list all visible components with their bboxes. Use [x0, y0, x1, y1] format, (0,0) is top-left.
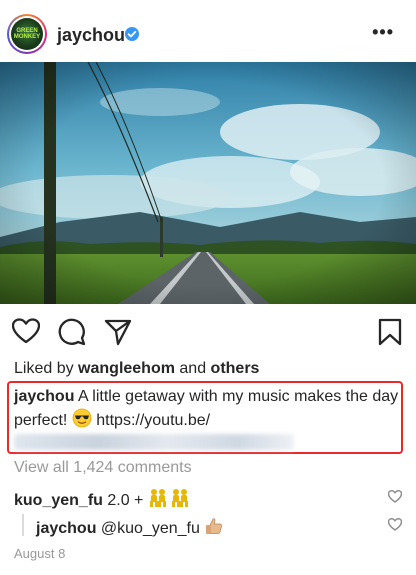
comment-text: 2.0 + [102, 492, 148, 509]
sunglasses-emoji [72, 408, 92, 435]
reply-indent-bar [22, 514, 24, 536]
post-username[interactable]: jaychou [57, 25, 125, 46]
comment-reply-item: jaychou @kuo_yen_fu [36, 516, 224, 541]
avatar-image: GREEN MONKEY [11, 18, 43, 50]
likes-others-link[interactable]: others [211, 360, 260, 377]
liker-username[interactable]: wangleehom [78, 360, 175, 377]
view-all-comments-link[interactable]: View all 1,424 comments [14, 459, 192, 477]
likes-summary: Liked by wangleehom and others [14, 360, 260, 377]
bookmark-icon[interactable] [378, 318, 402, 351]
comment-text: @kuo_yen_fu [96, 520, 205, 537]
post-actions [0, 304, 416, 354]
comment-like-heart-icon[interactable] [387, 490, 403, 508]
post-caption: jaychou A little getaway with my music m… [14, 386, 399, 435]
comment-item: kuo_yen_fu 2.0 + [14, 488, 188, 513]
post-photo[interactable] [0, 62, 416, 304]
dancers-emoji [148, 488, 188, 513]
reply-like-heart-icon[interactable] [387, 518, 403, 536]
comment-username[interactable]: kuo_yen_fu [14, 492, 103, 509]
post-date: August 8 [14, 546, 66, 561]
caption-username[interactable]: jaychou [14, 388, 74, 405]
comment-username[interactable]: jaychou [36, 520, 96, 537]
heart-icon[interactable] [11, 318, 41, 349]
verified-badge-icon [125, 27, 139, 41]
post-header: GREEN MONKEY jaychou ••• [0, 0, 416, 62]
share-icon[interactable] [104, 318, 132, 351]
comment-icon[interactable] [58, 318, 86, 351]
avatar[interactable]: GREEN MONKEY [7, 14, 47, 54]
blurred-link-text [14, 434, 294, 450]
caption-link[interactable]: https://youtu.be/ [92, 412, 210, 429]
more-options-button[interactable]: ••• [372, 22, 394, 43]
thumbs-up-emoji [204, 516, 224, 541]
avatar-logo-text: GREEN MONKEY [13, 28, 41, 40]
landscape-image [0, 62, 416, 304]
